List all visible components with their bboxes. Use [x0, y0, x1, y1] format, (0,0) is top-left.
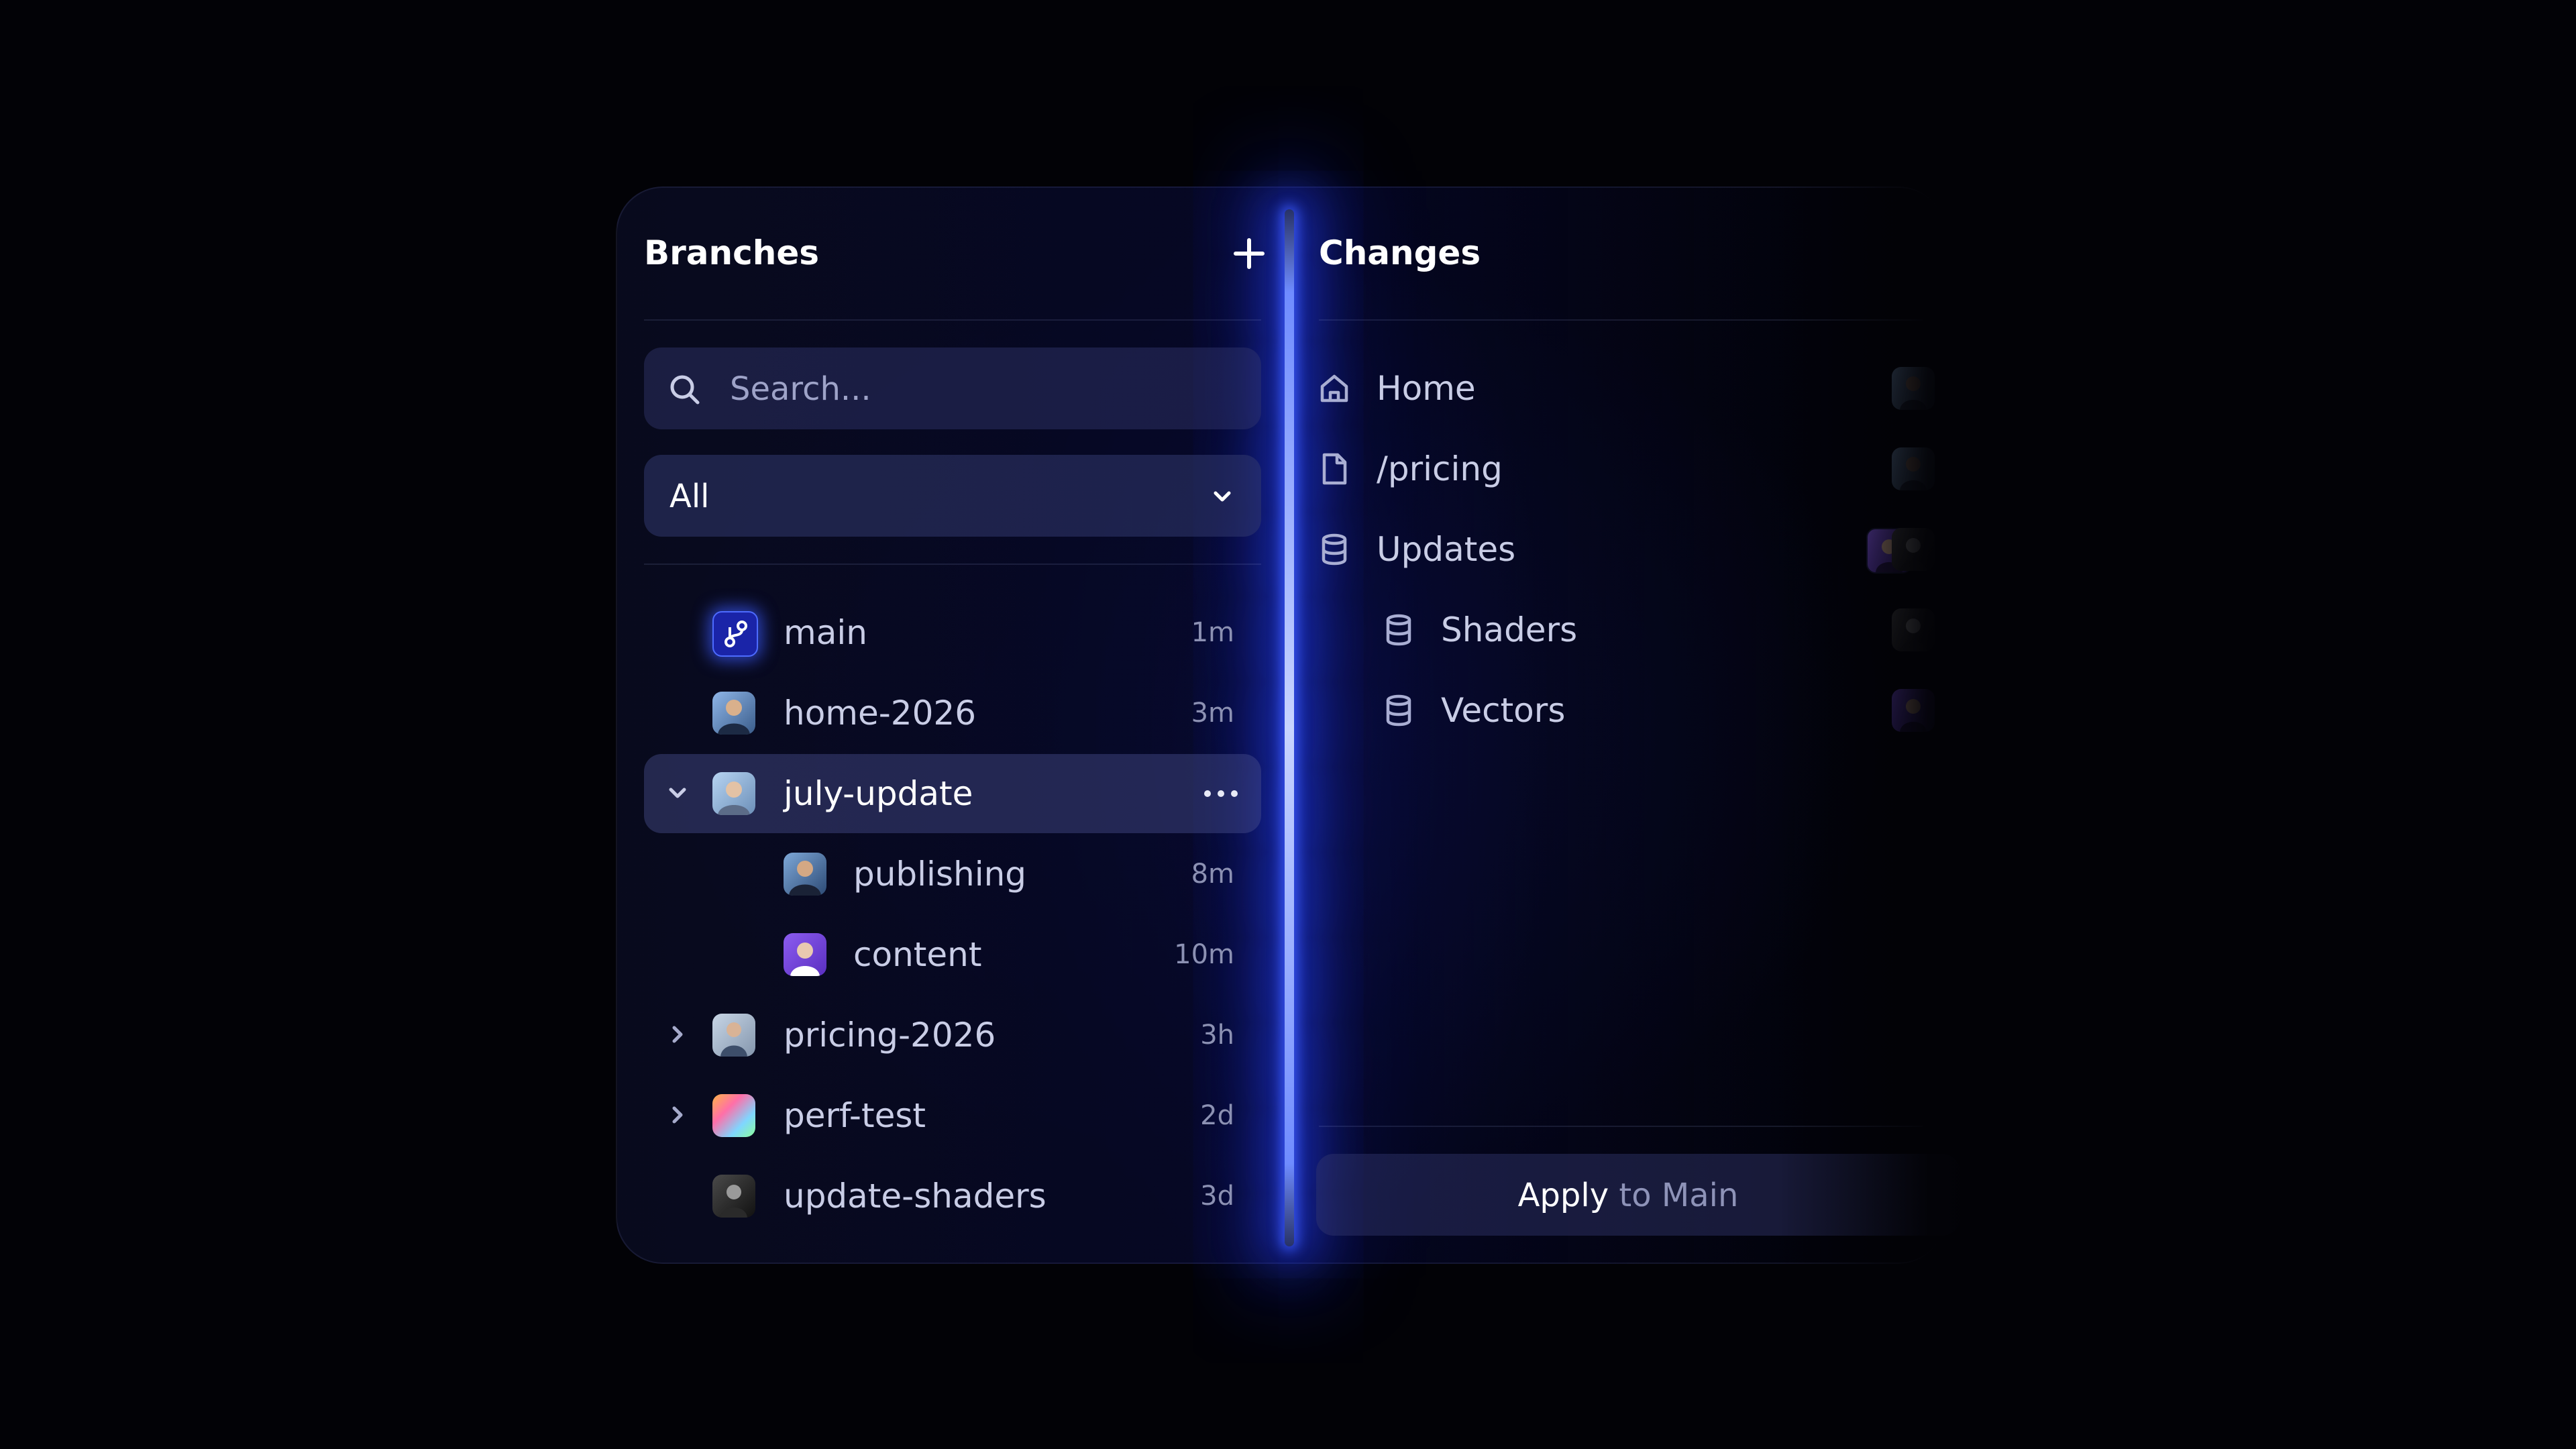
- branch-label: publishing: [853, 855, 1027, 894]
- change-row-shaders[interactable]: Shaders: [1316, 590, 1940, 669]
- avatar: [1892, 608, 1935, 651]
- change-row-home[interactable]: Home: [1316, 349, 1940, 428]
- branch-row-update-shaders[interactable]: update-shaders 3d: [644, 1157, 1261, 1236]
- database-icon: [1386, 614, 1411, 646]
- changes-header-divider: [1319, 319, 1923, 321]
- apply-label-soft: to Main: [1609, 1177, 1739, 1214]
- branch-icon: [712, 611, 758, 657]
- branches-title: Branches: [644, 233, 820, 272]
- change-row-pricing[interactable]: /pricing: [1316, 429, 1940, 508]
- branch-row-home-2026[interactable]: home-2026 3m: [644, 674, 1261, 753]
- branch-label: july-update: [784, 774, 973, 813]
- branch-time: 1m: [1191, 617, 1234, 648]
- avatar: [1892, 447, 1935, 490]
- branch-label: perf-test: [784, 1096, 926, 1135]
- change-label: Vectors: [1441, 691, 1566, 730]
- database-icon: [1322, 533, 1347, 566]
- chevron-right-icon[interactable]: [664, 1021, 691, 1048]
- change-label: Shaders: [1441, 610, 1578, 649]
- add-branch-button[interactable]: [1230, 235, 1268, 272]
- chevron-right-icon[interactable]: [664, 1102, 691, 1128]
- search-icon: [670, 375, 700, 405]
- branch-time: 3h: [1200, 1020, 1234, 1051]
- chevron-down-icon[interactable]: [664, 780, 691, 806]
- branch-label: content: [853, 935, 982, 974]
- header-divider: [644, 319, 1261, 321]
- branch-row-content[interactable]: content 10m: [644, 915, 1261, 994]
- apply-to-main-button[interactable]: Apply to Main: [1316, 1154, 1960, 1236]
- branch-label: home-2026: [784, 694, 977, 733]
- list-divider: [644, 564, 1261, 565]
- change-label: Home: [1377, 369, 1476, 408]
- home-icon: [1320, 374, 1348, 402]
- database-icon: [1386, 694, 1411, 727]
- avatar: [712, 1175, 755, 1218]
- changes-footer-divider: [1319, 1126, 1923, 1127]
- branch-row-pricing-2026[interactable]: pricing-2026 3h: [644, 996, 1261, 1075]
- avatar: [1892, 367, 1935, 410]
- avatar: [712, 772, 755, 815]
- branch-time: 3d: [1200, 1181, 1234, 1212]
- branch-filter-select[interactable]: All: [644, 455, 1261, 537]
- more-icon[interactable]: [1201, 784, 1241, 804]
- filter-selected-value: All: [669, 478, 710, 515]
- avatar: [784, 933, 826, 976]
- branch-row-main[interactable]: main 1m: [644, 593, 1261, 672]
- file-icon: [1322, 453, 1347, 485]
- change-row-vectors[interactable]: Vectors: [1316, 671, 1940, 750]
- branch-row-july-update[interactable]: july-update: [644, 754, 1261, 833]
- branch-row-perf-test[interactable]: perf-test 2d: [644, 1076, 1261, 1155]
- changes-title: Changes: [1319, 233, 1481, 272]
- change-row-updates[interactable]: Updates: [1316, 510, 1940, 589]
- branch-time: 10m: [1174, 939, 1234, 970]
- branch-time: 3m: [1191, 698, 1234, 729]
- apply-label-strong: Apply: [1517, 1177, 1609, 1214]
- avatar: [712, 1014, 755, 1057]
- panel-divider: [1285, 209, 1294, 1246]
- gradient-avatar: [712, 1094, 755, 1137]
- search-input[interactable]: Search...: [730, 370, 871, 408]
- branch-label: main: [784, 613, 867, 652]
- branch-label: update-shaders: [784, 1177, 1046, 1216]
- plus-icon: [1234, 238, 1265, 269]
- apply-button-label: Apply to Main: [1316, 1177, 1940, 1214]
- branch-time: 8m: [1191, 859, 1234, 890]
- avatar: [1892, 689, 1935, 732]
- search-field[interactable]: Search...: [644, 347, 1261, 429]
- change-label: Updates: [1377, 530, 1516, 569]
- change-label: /pricing: [1377, 449, 1503, 488]
- avatar: [784, 853, 826, 896]
- branch-row-publishing[interactable]: publishing 8m: [644, 835, 1261, 914]
- branch-time: 2d: [1200, 1100, 1234, 1131]
- avatar: [712, 692, 755, 735]
- avatar: [1892, 528, 1935, 571]
- branch-label: pricing-2026: [784, 1016, 996, 1055]
- chevron-down-icon: [1214, 491, 1231, 502]
